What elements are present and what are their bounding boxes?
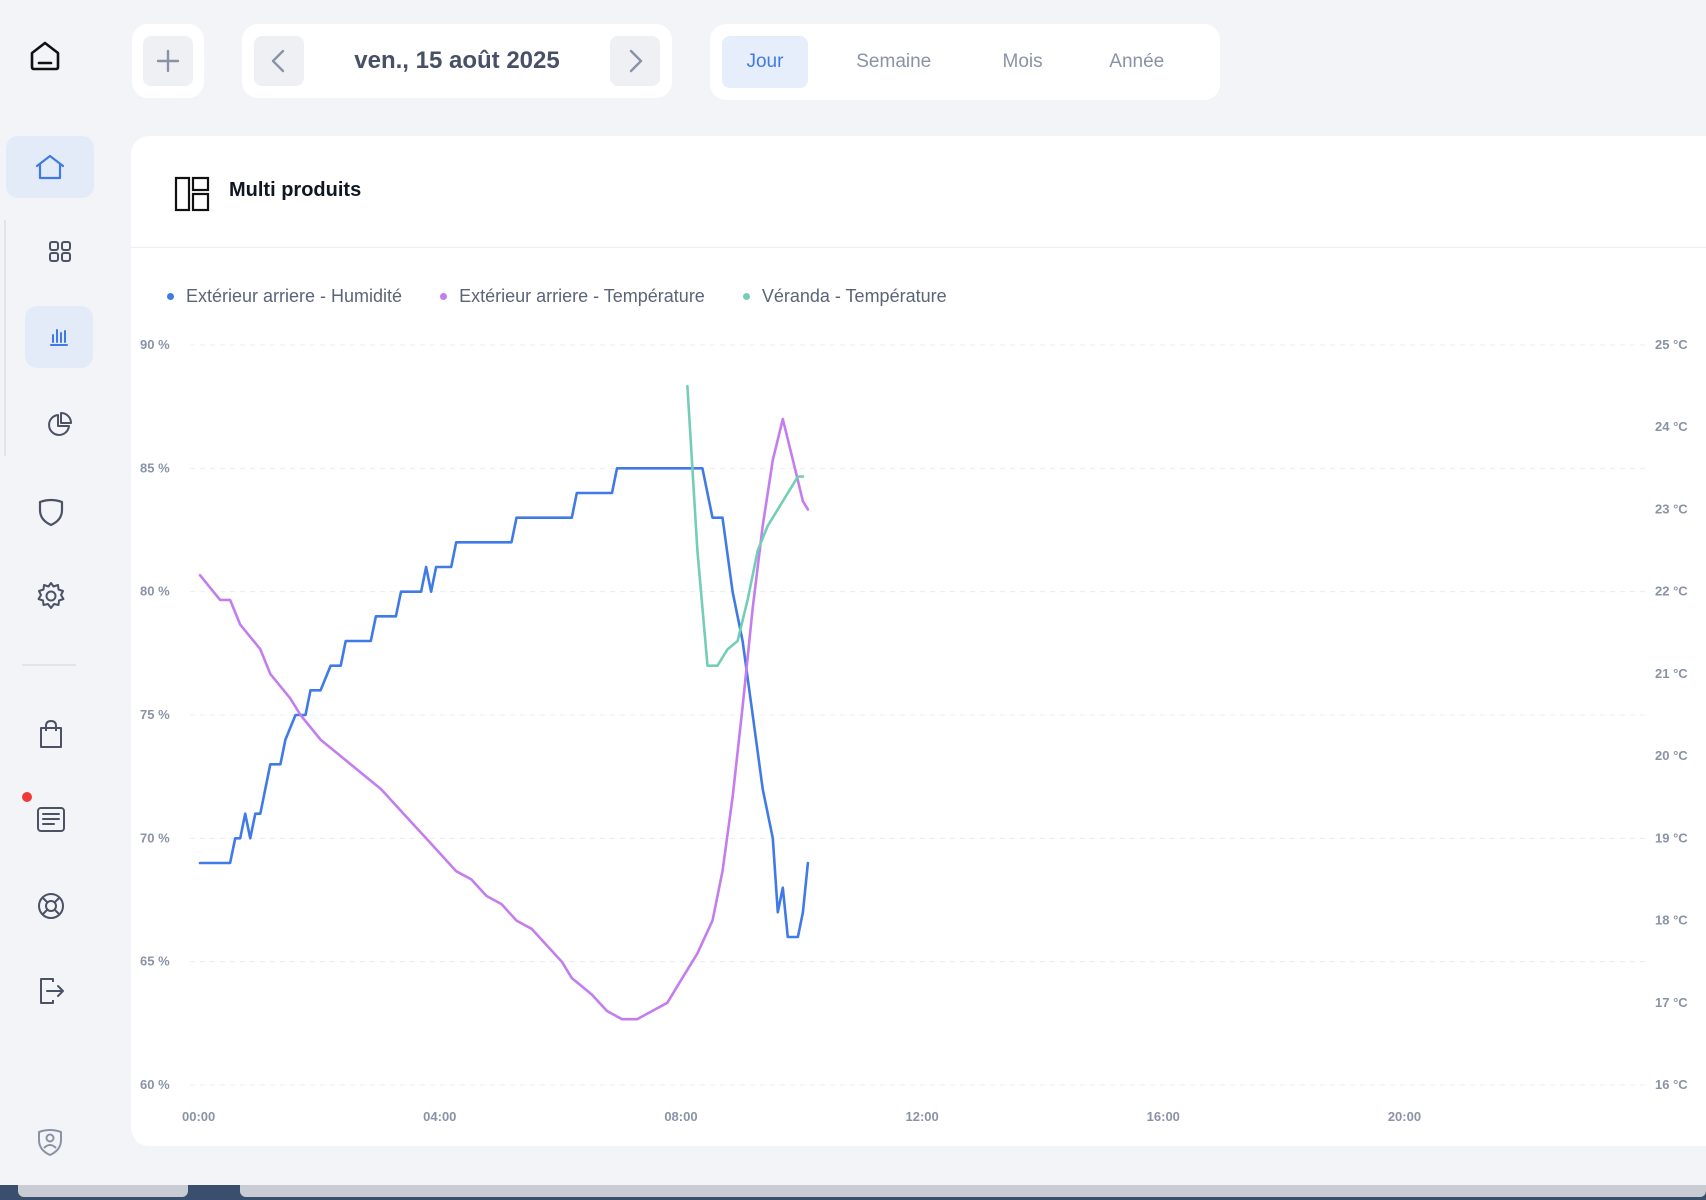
y-left-tick-label: 75 % [140, 707, 170, 722]
gear-icon [37, 582, 65, 609]
shield-icon [38, 498, 64, 527]
x-tick-label: 20:00 [1388, 1109, 1421, 1124]
y-right-tick-label: 22 °C [1655, 584, 1688, 599]
y-right-tick-label: 16 °C [1655, 1077, 1688, 1092]
sidebar-item-home[interactable] [6, 136, 94, 198]
plus-icon [156, 49, 180, 73]
y-right-tick-label: 17 °C [1655, 995, 1688, 1010]
x-tick-label: 12:00 [906, 1109, 939, 1124]
x-tick-label: 16:00 [1147, 1109, 1180, 1124]
y-left-tick-label: 80 % [140, 584, 170, 599]
next-day-button[interactable] [609, 36, 660, 86]
period-tab-week[interactable]: Semaine [808, 36, 980, 88]
x-tick-label: 08:00 [664, 1109, 697, 1124]
add-card [132, 24, 204, 98]
home-logo-icon[interactable] [26, 36, 64, 74]
sidebar-item-statistics[interactable] [26, 392, 94, 454]
y-right-tick-label: 18 °C [1655, 913, 1688, 928]
logout-icon [40, 978, 64, 1004]
taskbar-tab [18, 1185, 188, 1197]
previous-day-button[interactable] [254, 36, 304, 86]
series-line-1 [198, 417, 810, 1021]
sidebar-item-settings[interactable] [17, 565, 85, 627]
sidebar-item-dashboard[interactable] [26, 220, 94, 282]
sidebar-item-logout[interactable] [17, 960, 85, 1022]
sidebar [0, 0, 110, 1185]
x-tick-label: 04:00 [423, 1109, 456, 1124]
sidebar-item-shop[interactable] [17, 703, 85, 765]
sidebar-item-support[interactable] [17, 875, 85, 937]
y-right-tick-label: 24 °C [1655, 419, 1688, 434]
period-tab-day[interactable]: Jour [722, 36, 808, 88]
y-left-tick-label: 60 % [140, 1077, 170, 1092]
privacy-shield-icon [38, 1129, 62, 1156]
bar-chart-icon [50, 329, 68, 346]
nav-rail [4, 220, 6, 456]
sidebar-item-security[interactable] [17, 480, 85, 542]
pie-chart-icon [48, 412, 72, 436]
notification-dot [22, 792, 32, 802]
dashboard-grid-icon [49, 241, 71, 262]
period-selector: Jour Semaine Mois Année [710, 24, 1220, 100]
sidebar-divider [22, 664, 76, 666]
sidebar-item-privacy[interactable] [16, 1110, 84, 1172]
y-left-tick-label: 70 % [140, 830, 170, 845]
line-chart: 60 % 65 % 70 % 75 % 80 % 85 % 90 % 16 °C 17 °C 18… [140, 337, 1688, 1124]
y-left-tick-label: 65 % [140, 954, 170, 969]
y-right-tick-label: 23 °C [1655, 501, 1688, 516]
taskbar-strip [0, 1185, 1706, 1200]
news-icon [37, 807, 65, 832]
taskbar-tab [240, 1185, 1706, 1197]
y-right-tick-label: 20 °C [1655, 748, 1688, 763]
date-navigator: ven., 15 août 2025 [242, 24, 672, 98]
chart-panel: Multi produits Extérieur arriere - Humid… [131, 136, 1706, 1146]
period-tab-year[interactable]: Année [1066, 36, 1208, 88]
y-left-tick-label: 90 % [140, 337, 170, 352]
series-line-0 [198, 467, 810, 939]
y-left-tick-label: 85 % [140, 460, 170, 475]
y-right-tick-label: 19 °C [1655, 830, 1688, 845]
current-date-label[interactable]: ven., 15 août 2025 [354, 47, 559, 75]
shopping-bag-icon [40, 719, 62, 748]
add-button[interactable] [143, 36, 193, 86]
y-right-tick-label: 21 °C [1655, 666, 1688, 681]
period-tab-month[interactable]: Mois [980, 36, 1066, 88]
x-tick-label: 00:00 [182, 1109, 215, 1124]
sidebar-item-charts[interactable] [25, 306, 93, 368]
chevron-right-icon [629, 49, 643, 73]
support-lifebuoy-icon [38, 893, 64, 919]
home-icon [35, 154, 65, 180]
y-right-tick-label: 25 °C [1655, 337, 1688, 352]
chevron-left-icon [271, 49, 285, 73]
